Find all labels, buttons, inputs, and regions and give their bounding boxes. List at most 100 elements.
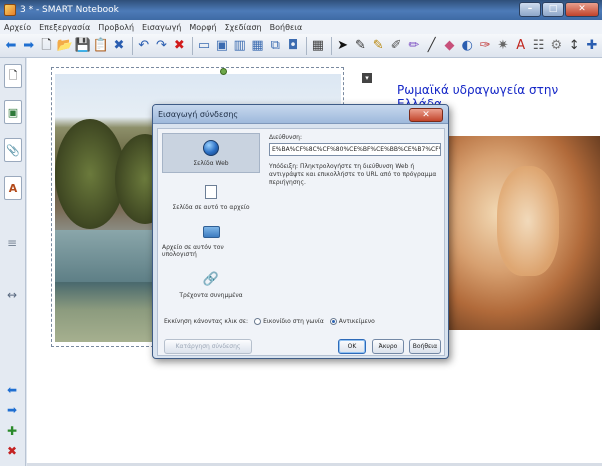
address-label: Διεύθυνση: [269,134,302,141]
toolbar-separator [192,36,194,55]
paperclip-icon: 🔗 [202,272,220,287]
launch-label: Εκκίνηση κάνοντας κλικ σε: [164,317,249,325]
rotate-handle[interactable] [220,68,227,75]
undo-icon[interactable]: ↶ [136,37,152,54]
paste-icon[interactable]: 📋 [93,37,109,54]
page-sorter-icon: 🗋 [8,68,18,82]
screen-shade-icon[interactable]: ▭ [196,37,212,54]
help-button[interactable]: Βοήθεια [409,339,441,354]
toolbar-separator [330,36,332,55]
customize-icon[interactable]: ✚ [584,37,600,54]
next-page-icon[interactable]: ➡ [7,403,17,417]
cancel-button[interactable]: Άκυρο [372,339,404,354]
collapse-panel-icon[interactable]: ↔ [7,288,17,302]
minimize-button[interactable]: – [519,2,541,17]
dual-page-icon[interactable]: ▦ [250,37,266,54]
globe-icon [203,139,219,156]
folder-icon [202,226,220,238]
gallery-tab[interactable]: ▣ [4,100,22,124]
remove-link-button[interactable]: Κατάργηση σύνδεσης [164,339,252,354]
menu-format[interactable]: Μορφή [189,23,216,32]
window-controls: – □ ✕ [518,2,599,17]
paperclip-icon: 📎 [6,143,20,157]
insert-link-dialog: Εισαγωγή σύνδεσης ✕ Σελίδα Web Σελίδα σε… [152,104,449,359]
display-icon[interactable]: ▥ [232,37,248,54]
pen-icon[interactable]: ✎ [353,37,369,54]
shapes-icon[interactable]: ◐ [459,37,475,54]
format-icon[interactable]: ☷ [531,37,547,54]
menu-view[interactable]: Προβολή [98,23,134,32]
toolbar-separator [131,36,133,55]
object-menu-icon[interactable]: ▾ [362,73,372,83]
page-icon [205,184,217,199]
back-arrow-icon[interactable]: ⬅ [3,37,19,54]
menu-edit[interactable]: Επεξεργασία [39,23,90,32]
tunnel-opening [497,166,559,276]
document-camera-icon[interactable]: ◘ [285,37,301,54]
corner-icon-label[interactable]: Εικονίδιο στη γωνία [263,318,324,325]
properties-tab[interactable]: A [4,176,22,200]
object-label[interactable]: Αντικείμενο [339,318,375,325]
close-window-button[interactable]: ✕ [565,2,599,17]
ok-button[interactable]: OK [338,339,366,354]
link-type-list: Σελίδα Web Σελίδα σε αυτό το αρχείο Αρχε… [162,133,260,303]
save-icon[interactable]: 💾 [75,37,91,54]
link-type-file-on-computer[interactable]: Αρχείο σε αυτόν τον υπολογιστή [162,221,260,261]
forward-arrow-icon[interactable]: ➡ [21,37,37,54]
panel-grip-icon[interactable]: ≡ [7,236,17,250]
text-icon[interactable]: A [513,37,529,54]
line-icon[interactable]: ╱ [424,37,440,54]
new-page-icon[interactable]: 🗋 [39,37,55,54]
delete-page-icon[interactable]: ✖ [111,37,127,54]
tunnel-photo[interactable] [445,136,600,330]
properties-icon: A [8,181,18,195]
launch-options: Εκκίνηση κάνοντας κλικ σε: Εικονίδιο στη… [164,315,442,327]
fill-icon[interactable]: ✑ [477,37,493,54]
open-folder-icon[interactable]: 📂 [56,37,72,54]
address-input[interactable] [269,143,441,156]
title-bar: 3 * - SMART Notebook – □ ✕ [0,0,602,20]
dialog-body: Σελίδα Web Σελίδα σε αυτό το αρχείο Αρχε… [157,128,445,356]
link-type-current-attachments[interactable]: 🔗 Τρέχοντα συνημμένα [162,265,260,305]
full-screen-icon[interactable]: ▣ [214,37,230,54]
link-type-label: Τρέχοντα συνημμένα [179,291,243,299]
magic-icon[interactable]: ✷ [495,37,511,54]
menu-file[interactable]: Αρχείο [4,23,31,32]
table-icon[interactable]: ▦ [310,37,326,54]
move-toolbar-icon[interactable]: ↕ [566,37,582,54]
select-arrow-icon[interactable]: ➤ [335,37,351,54]
menu-insert[interactable]: Εισαγωγή [142,23,181,32]
link-type-label: Σελίδα Web [193,159,229,167]
menu-help[interactable]: Βοήθεια [270,23,303,32]
menu-draw[interactable]: Σχεδίαση [225,23,262,32]
redo-icon[interactable]: ↷ [154,37,170,54]
highlighter-icon[interactable]: ✐ [388,37,404,54]
link-type-web-page[interactable]: Σελίδα Web [162,133,260,173]
link-type-page-in-file[interactable]: Σελίδα σε αυτό το αρχείο [162,177,260,217]
dialog-close-button[interactable]: ✕ [409,108,443,122]
window-title: 3 * - SMART Notebook [20,5,119,15]
attachments-tab[interactable]: 📎 [4,138,22,162]
eraser-icon[interactable]: ◆ [442,37,458,54]
link-type-label: Αρχείο σε αυτόν τον υπολογιστή [162,244,224,258]
menu-bar: Αρχείο Επεξεργασία Προβολή Εισαγωγή Μορφ… [0,20,602,34]
dialog-title: Εισαγωγή σύνδεσης [158,109,239,119]
previous-page-icon[interactable]: ⬅ [7,383,17,397]
page-sorter-tab[interactable]: 🗋 [4,64,22,88]
delete-icon[interactable]: ✖ [171,37,187,54]
screen-capture-icon[interactable]: ⧉ [267,37,283,54]
add-page-icon[interactable]: ✚ [7,424,17,438]
delete-page-icon[interactable]: ✖ [7,444,17,458]
link-type-label: Σελίδα σε αυτό το αρχείο [172,203,250,211]
toolbar-separator [306,36,307,55]
maximize-button[interactable]: □ [542,2,564,17]
dialog-title-bar: Εισαγωγή σύνδεσης ✕ [153,105,448,124]
object-radio[interactable] [329,317,337,325]
smart-notebook-icon [4,4,16,16]
properties-icon[interactable]: ⚙ [548,37,564,54]
side-panel: 🗋 ▣ 📎 A ≡ ↔ ⬅ ➡ ✚ ✖ [0,58,26,466]
corner-icon-radio[interactable] [254,317,262,325]
gallery-icon: ▣ [7,105,19,119]
magic-pen-icon[interactable]: ✏ [406,37,422,54]
creative-pen-icon[interactable]: ✎ [370,37,386,54]
